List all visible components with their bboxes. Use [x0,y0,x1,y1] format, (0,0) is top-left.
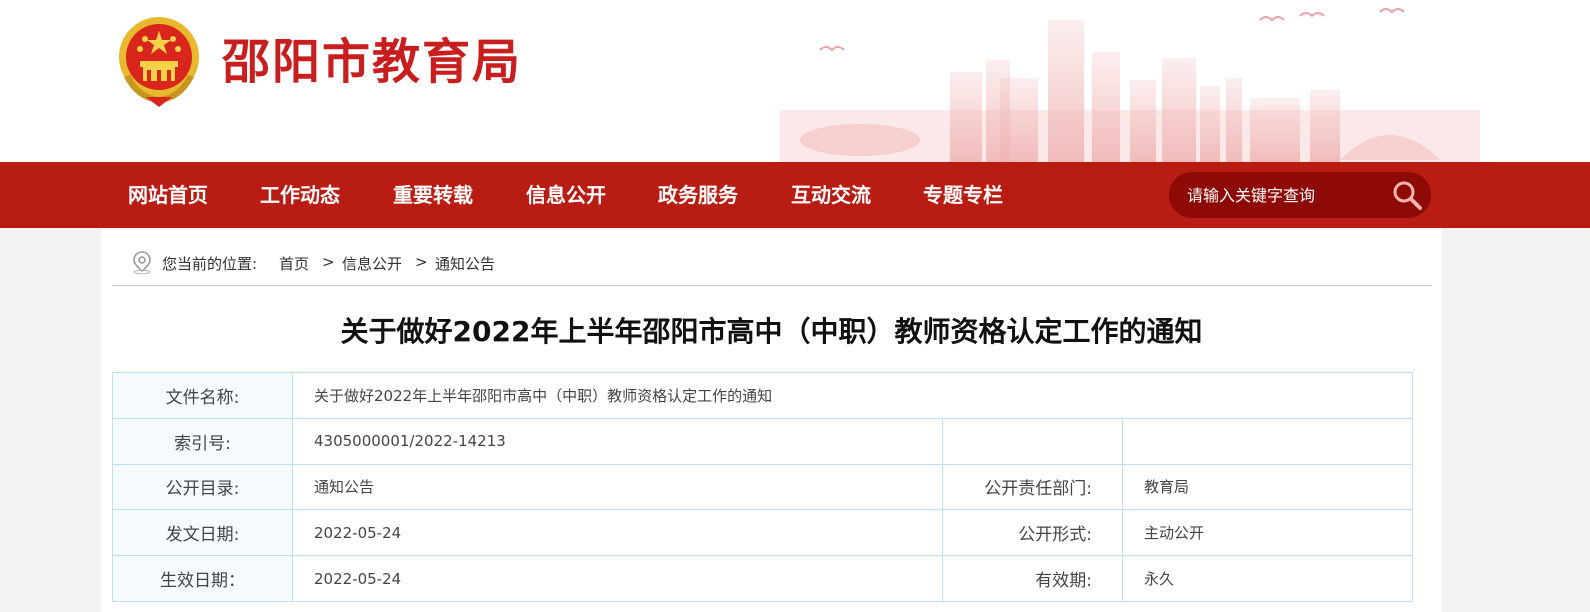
effective-date-value: 2022-05-24 [292,555,943,602]
file-name-label: 文件名称: [112,372,293,419]
nav-item-home[interactable]: 网站首页 [128,162,208,228]
catalog-label: 公开目录: [112,463,293,511]
validity-label: 有效期: [942,555,1123,602]
search-input[interactable] [1187,172,1387,218]
nav-item-special-topics[interactable]: 专题专栏 [923,162,1003,228]
breadcrumb-notices[interactable]: 通知公告 [435,253,495,274]
nav-item-interaction[interactable]: 互动交流 [791,162,871,228]
document-info-table: 文件名称: 关于做好2022年上半年邵阳市高中（中职）教师资格认定工作的通知 索… [112,372,1413,602]
empty-cell [1122,417,1413,465]
empty-cell [942,417,1123,465]
effective-date-label: 生效日期： [112,555,293,602]
nav-item-gov-services[interactable]: 政务服务 [658,162,738,228]
issue-date-value: 2022-05-24 [292,509,943,557]
search-box [1169,172,1431,218]
breadcrumb-info-disclosure[interactable]: 信息公开 [342,253,402,274]
city-skyline-banner [780,8,1480,162]
file-name-value: 关于做好2022年上半年邵阳市高中（中职）教师资格认定工作的通知 [292,372,1413,419]
dept-label: 公开责任部门: [942,463,1123,511]
dept-value: 教育局 [1122,463,1413,511]
site-title: 邵阳市教育局 [222,34,523,90]
breadcrumb-prefix: 您当前的位置: [162,255,258,273]
search-icon[interactable] [1391,179,1423,211]
table-row: 索引号: 4305000001/2022-14213 [112,417,1413,465]
table-row: 发文日期: 2022-05-24 公开形式: 主动公开 [112,509,1413,557]
location-pin-icon [133,251,151,274]
content-panel: 您当前的位置: 首页 > 信息公开 > 通知公告 关于做好2022年上半年邵阳市… [101,228,1442,612]
catalog-value: 通知公告 [292,463,943,511]
index-value: 4305000001/2022-14213 [292,417,943,465]
breadcrumb-separator: > [415,253,428,271]
breadcrumb-separator: > [322,253,335,271]
table-row: 文件名称: 关于做好2022年上半年邵阳市高中（中职）教师资格认定工作的通知 [112,372,1413,419]
index-label: 索引号: [112,417,293,465]
nav-item-reprints[interactable]: 重要转载 [393,162,473,228]
nav-item-work-news[interactable]: 工作动态 [260,162,340,228]
breadcrumb: 您当前的位置: 首页 > 信息公开 > 通知公告 [112,246,1432,286]
disclosure-form-value: 主动公开 [1122,509,1413,557]
page-title: 关于做好2022年上半年邵阳市高中（中职）教师资格认定工作的通知 [340,315,1203,348]
nav-item-info-disclosure[interactable]: 信息公开 [526,162,606,228]
table-row: 公开目录: 通知公告 公开责任部门: 教育局 [112,463,1413,511]
validity-value: 永久 [1122,555,1413,602]
national-emblem-icon [119,17,199,107]
table-row: 生效日期： 2022-05-24 有效期: 永久 [112,555,1413,602]
breadcrumb-home[interactable]: 首页 [279,253,309,274]
disclosure-form-label: 公开形式: [942,509,1123,557]
issue-date-label: 发文日期: [112,509,293,557]
main-nav: 网站首页 工作动态 重要转载 信息公开 政务服务 互动交流 专题专栏 [0,162,1590,228]
site-header: 邵阳市教育局 [0,0,1590,162]
